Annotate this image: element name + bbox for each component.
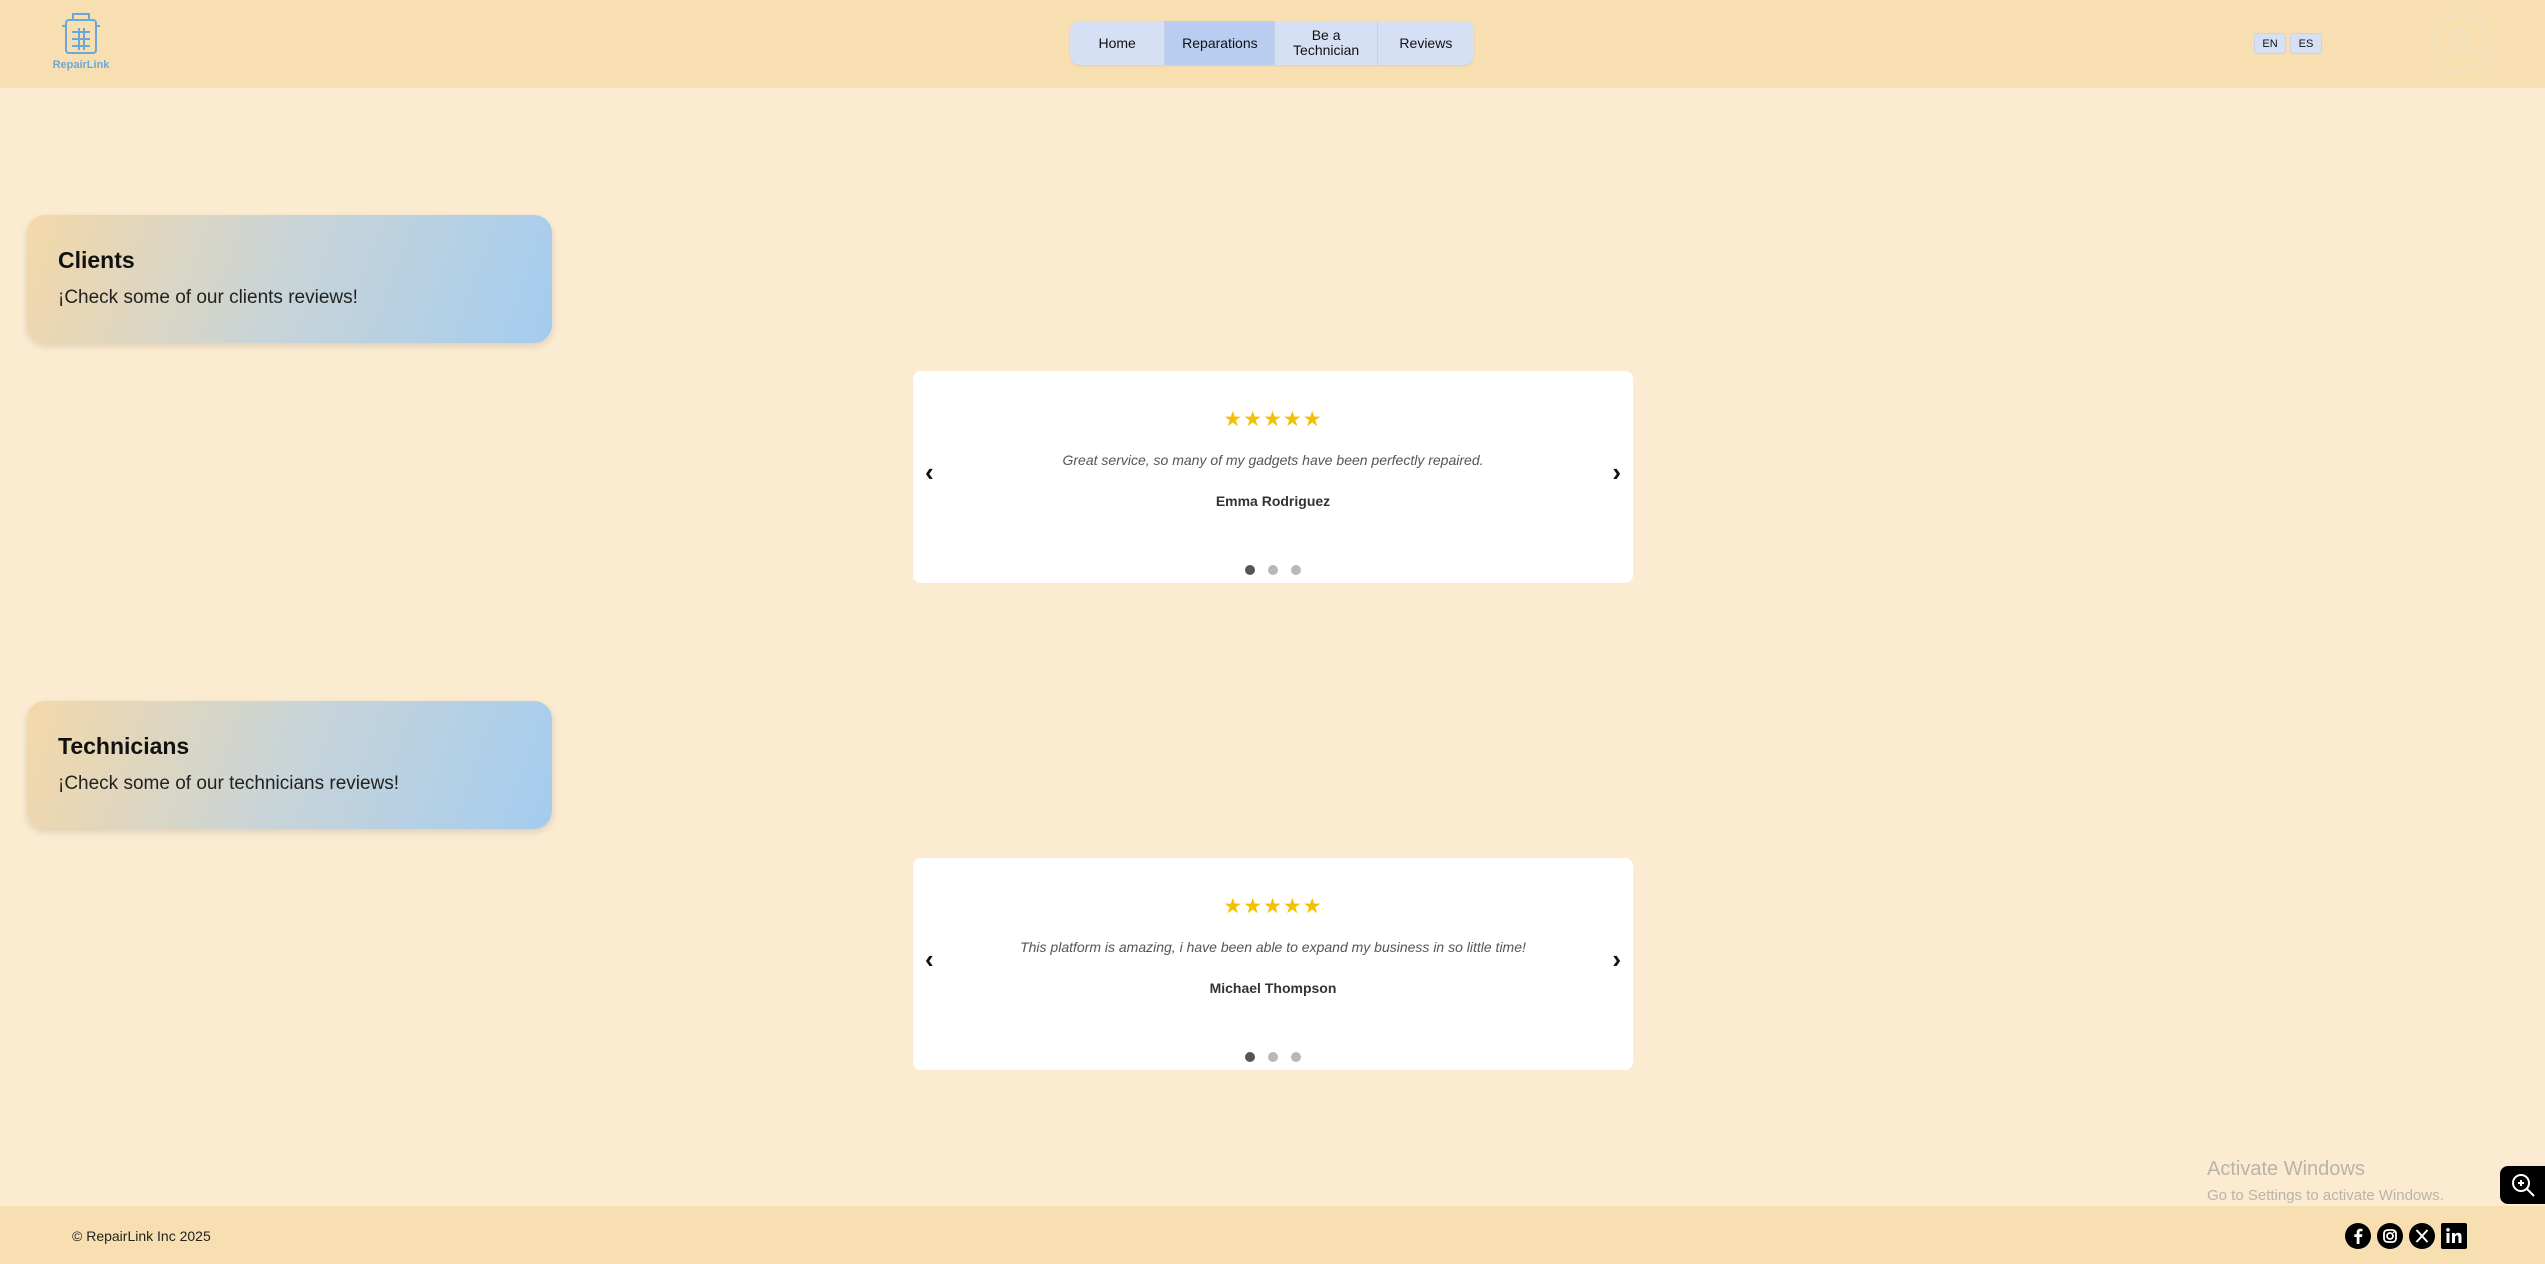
review-author: Michael Thompson	[1209, 980, 1337, 996]
clients-subtitle: ¡Check some of our clients reviews!	[58, 287, 358, 308]
technicians-subtitle: ¡Check some of our technicians reviews!	[58, 773, 400, 794]
carousel-next-button[interactable]: ›	[1612, 946, 1621, 972]
carousel-dots	[913, 565, 1633, 575]
x-icon	[2409, 1223, 2435, 1249]
zoom-icon	[2511, 1174, 2535, 1197]
nav-be-a-technician[interactable]: Be a Technician	[1275, 21, 1378, 65]
activate-windows-watermark: Activate Windows Go to Settings to activ…	[2207, 1158, 2444, 1204]
clients-review-carousel: ★★★★★ Great service, so many of my gadge…	[913, 371, 1633, 583]
clients-section-card: Clients ¡Check some of our clients revie…	[27, 215, 552, 343]
carousel-prev-button[interactable]: ‹	[925, 946, 934, 972]
instagram-link[interactable]	[2377, 1223, 2403, 1249]
main-nav: Home Reparations Be a Technician Reviews	[1070, 21, 1474, 65]
linkedin-icon	[2441, 1223, 2467, 1249]
user-avatar[interactable]	[2433, 14, 2491, 72]
carousel-next-button[interactable]: ›	[1612, 459, 1621, 485]
header: RepairLink Home Reparations Be a Technic…	[0, 0, 2545, 88]
lang-en-button[interactable]: EN	[2254, 33, 2286, 54]
review-author: Emma Rodriguez	[1215, 493, 1331, 509]
copyright: © RepairLink Inc 2025	[72, 1228, 211, 1244]
instagram-icon	[2377, 1223, 2403, 1249]
carousel-dot-2[interactable]	[1268, 565, 1278, 575]
logo-text: RepairLink	[52, 59, 110, 71]
nav-reviews[interactable]: Reviews	[1378, 21, 1474, 65]
technicians-title: Technicians	[58, 733, 190, 759]
facebook-icon	[2345, 1223, 2371, 1249]
nav-reparations[interactable]: Reparations	[1165, 21, 1276, 65]
nav-home[interactable]: Home	[1070, 21, 1166, 65]
logo[interactable]: RepairLink	[50, 8, 112, 74]
carousel-dot-3[interactable]	[1291, 565, 1301, 575]
review-text: This platform is amazing, i have been ab…	[1020, 939, 1526, 955]
clients-title: Clients	[58, 247, 135, 273]
carousel-dot-2[interactable]	[1268, 1052, 1278, 1062]
lang-es-button[interactable]: ES	[2290, 33, 2322, 54]
activate-windows-title: Activate Windows	[2207, 1158, 2365, 1180]
user-icon	[2448, 30, 2476, 57]
social-links	[2345, 1223, 2467, 1249]
carousel-prev-button[interactable]: ‹	[925, 459, 934, 485]
carousel-dot-1[interactable]	[1245, 565, 1255, 575]
carousel-dot-3[interactable]	[1291, 1052, 1301, 1062]
zoom-button[interactable]	[2500, 1166, 2545, 1204]
carousel-dot-1[interactable]	[1245, 1052, 1255, 1062]
review-text: Great service, so many of my gadgets hav…	[1062, 452, 1484, 468]
footer: © RepairLink Inc 2025	[0, 1206, 2545, 1264]
rating-stars: ★★★★★	[1223, 895, 1323, 918]
linkedin-link[interactable]	[2441, 1223, 2467, 1249]
repairlink-logo-icon	[62, 13, 100, 54]
rating-stars: ★★★★★	[1223, 408, 1323, 431]
x-link[interactable]	[2409, 1223, 2435, 1249]
carousel-dots	[913, 1052, 1633, 1062]
facebook-link[interactable]	[2345, 1223, 2371, 1249]
technicians-review-carousel: ★★★★★ This platform is amazing, i have b…	[913, 858, 1633, 1070]
activate-windows-subtitle: Go to Settings to activate Windows.	[2207, 1187, 2444, 1204]
technicians-section-card: Technicians ¡Check some of our technicia…	[27, 701, 552, 829]
